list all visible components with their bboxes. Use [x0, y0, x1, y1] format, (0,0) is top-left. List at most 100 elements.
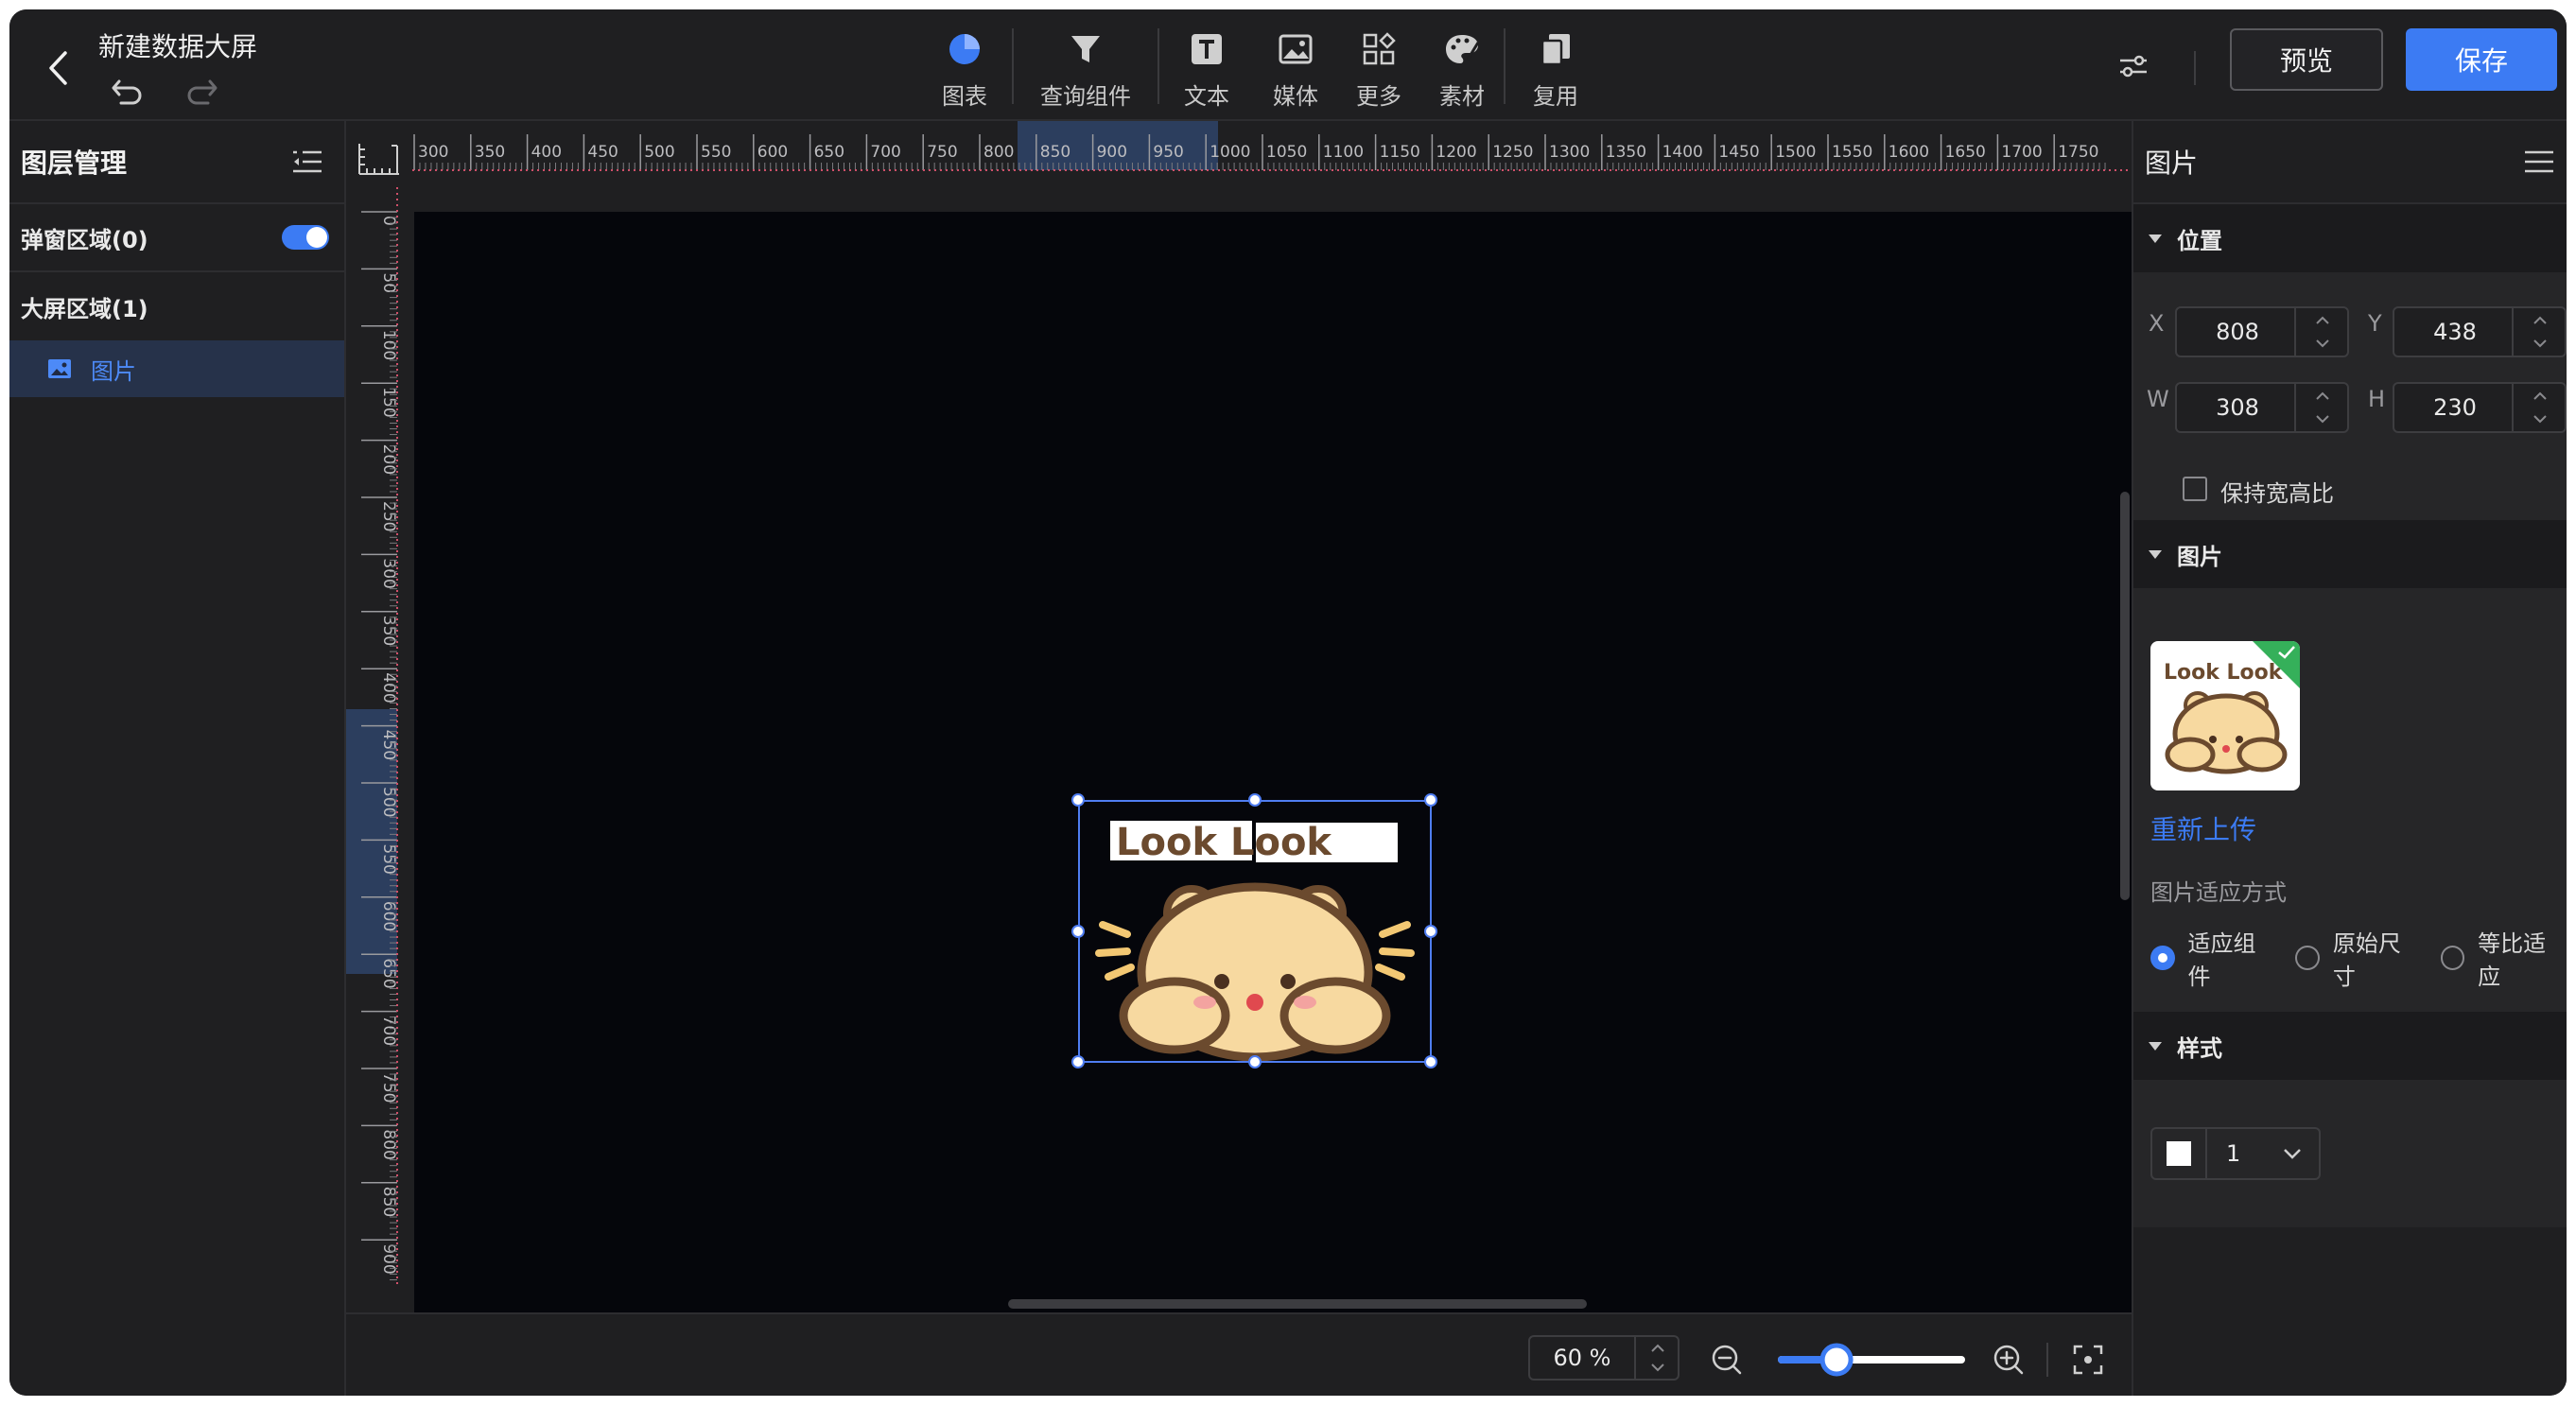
tool-label: 素材 [1439, 83, 1485, 110]
ruler-tick-label: 150 [379, 387, 398, 417]
copy-icon [1535, 28, 1576, 70]
horizontal-scrollbar[interactable] [1008, 1299, 1587, 1309]
border-width-value: 1 [2226, 1140, 2241, 1167]
zoom-input[interactable]: 60 % [1528, 1335, 1680, 1381]
x-input[interactable]: 808 [2175, 306, 2349, 357]
h-stepper[interactable] [2512, 384, 2565, 431]
screen-area-group[interactable]: 大屏区域(1) [9, 272, 344, 340]
y-label: Y [2368, 310, 2382, 337]
section-title: 位置 [2177, 227, 2222, 254]
zoom-in-icon[interactable] [1990, 1341, 2028, 1379]
tool-more[interactable]: 更多 [1337, 17, 1420, 112]
w-input[interactable]: 308 [2175, 382, 2349, 433]
component-toolbar: 图表 查询组件 文本 媒体 更多 素材 复用 [917, 17, 1606, 112]
fit-screen-icon[interactable] [2069, 1341, 2107, 1379]
zoom-stepper[interactable] [1634, 1337, 1678, 1379]
ruler-corner-icon[interactable] [356, 140, 403, 178]
proportional-fit-radio[interactable] [2440, 946, 2465, 970]
image-section: Look Look 重新上传 图片适应方式 适应组件 原始尺寸 等比适应 [2133, 588, 2567, 1012]
ruler-tick-label: 500 [644, 143, 674, 162]
tool-query[interactable]: 查询组件 [1014, 17, 1157, 112]
undo-button[interactable] [108, 72, 149, 110]
vertical-scrollbar[interactable] [2120, 492, 2130, 900]
ruler-tick-label: 750 [379, 1072, 398, 1103]
resize-handle[interactable] [1424, 793, 1437, 807]
divider [2046, 1343, 2048, 1377]
tool-text[interactable]: 文本 [1159, 17, 1254, 112]
image-thumbnail[interactable]: Look Look [2150, 641, 2300, 790]
text-icon [1186, 28, 1227, 70]
ruler-tick-label: 650 [379, 958, 398, 988]
tool-reuse[interactable]: 复用 [1506, 17, 1606, 112]
redo-button[interactable] [180, 72, 221, 110]
ruler-tick-label: 600 [757, 143, 788, 162]
tool-assets[interactable]: 素材 [1420, 17, 1504, 112]
property-panel-title: 图片 [2145, 148, 2199, 179]
h-input[interactable]: 230 [2393, 382, 2567, 433]
ruler-tick-label: 950 [1153, 143, 1183, 162]
menu-icon[interactable] [2523, 148, 2555, 175]
document-title[interactable]: 新建数据大屏 [98, 26, 257, 64]
y-stepper[interactable] [2512, 308, 2565, 356]
section-position-header[interactable]: 位置 [2133, 204, 2567, 272]
x-stepper[interactable] [2294, 308, 2347, 356]
layer-name: 图片 [91, 357, 136, 385]
ruler-tick-label: 100 [379, 330, 398, 360]
save-button[interactable]: 保存 [2406, 28, 2557, 91]
border-color-picker[interactable] [2152, 1129, 2207, 1178]
reupload-link[interactable]: 重新上传 [2150, 809, 2256, 847]
section-style-header[interactable]: 样式 [2133, 1012, 2567, 1080]
toggle-knob [306, 227, 327, 248]
chevron-down-icon [2533, 415, 2547, 424]
layer-panel-title: 图层管理 [21, 148, 128, 179]
resize-handle[interactable] [1071, 925, 1085, 938]
layer-item-image[interactable]: 图片 [9, 340, 344, 397]
selected-image-component[interactable]: Look Look [1071, 793, 1437, 1068]
canvas-stage[interactable]: Look Look [414, 212, 2132, 1312]
tool-chart[interactable]: 图表 [917, 17, 1012, 112]
preview-button[interactable]: 预览 [2230, 28, 2383, 91]
zoom-out-icon[interactable] [1708, 1341, 1746, 1379]
resize-handle[interactable] [1248, 1055, 1262, 1068]
y-input[interactable]: 438 [2393, 306, 2567, 357]
zoom-slider-knob [1819, 1343, 1854, 1377]
ruler-tick-label: 1300 [1549, 143, 1590, 162]
resize-handle[interactable] [1071, 793, 1085, 807]
tool-label: 更多 [1356, 83, 1401, 110]
screen-area-label: 大屏区域(1) [21, 295, 148, 322]
section-image-header[interactable]: 图片 [2133, 520, 2567, 588]
ruler-tick-label: 300 [418, 143, 448, 162]
settings-button[interactable] [2113, 47, 2154, 85]
w-stepper[interactable] [2294, 384, 2347, 431]
popup-area-toggle[interactable] [282, 225, 329, 250]
resize-handle[interactable] [1071, 1055, 1085, 1068]
caret-down-icon [2149, 1041, 2162, 1051]
ruler-top[interactable]: 300 350 400 450 500 550 600 650 700 750 800 850 900 9… [412, 121, 2132, 187]
ruler-left[interactable]: 0501001502002503003504004505005506006507… [346, 187, 412, 1284]
position-section: X 808 Y 438 W 308 H 230 保持宽高比 [2133, 272, 2567, 520]
section-title: 样式 [2177, 1034, 2222, 1062]
zoom-slider[interactable] [1774, 1343, 1969, 1377]
border-style-select[interactable]: 1 [2150, 1127, 2321, 1180]
original-size-radio[interactable] [2295, 946, 2320, 970]
resize-handle[interactable] [1424, 925, 1437, 938]
keep-ratio-checkbox[interactable] [2183, 477, 2207, 501]
resize-handle[interactable] [1424, 1055, 1437, 1068]
ruler-tick-label: 900 [379, 1243, 398, 1274]
chevron-down-icon [2316, 339, 2329, 348]
back-button[interactable] [34, 42, 81, 95]
collapse-panel-icon[interactable] [291, 148, 323, 175]
resize-handle[interactable] [1248, 793, 1262, 807]
pie-chart-icon [944, 28, 985, 70]
zoom-value: 60 % [1553, 1345, 1611, 1371]
ruler-tick-label: 800 [379, 1129, 398, 1159]
fit-option-label: 等比适应 [2478, 930, 2547, 990]
tool-media[interactable]: 媒体 [1254, 17, 1337, 112]
ruler-tick-label: 700 [379, 1016, 398, 1046]
chevron-down-icon [2533, 339, 2547, 348]
fit-component-radio[interactable] [2150, 946, 2175, 970]
image-icon [48, 359, 71, 378]
ruler-tick-label: 1050 [1266, 143, 1307, 162]
popup-area-label: 弹窗区域(0) [21, 226, 148, 253]
color-swatch [2167, 1141, 2191, 1166]
